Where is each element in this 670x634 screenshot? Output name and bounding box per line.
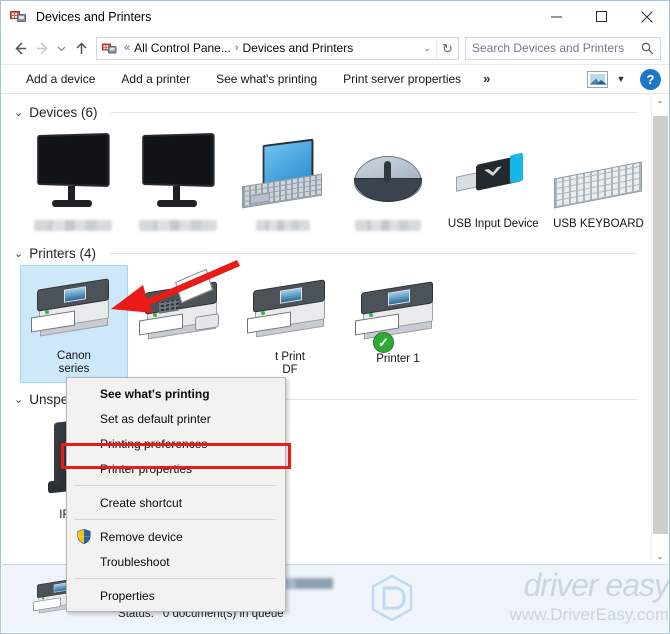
context-menu-separator xyxy=(75,485,276,486)
breadcrumb-dropdown-icon[interactable]: ⌄ xyxy=(418,43,436,54)
command-overflow-button[interactable]: » xyxy=(474,64,499,94)
search-input[interactable]: Search Devices and Printers xyxy=(472,41,641,55)
laptop-icon xyxy=(232,128,333,212)
printer-icon xyxy=(238,269,342,345)
context-menu-item-create-shortcut[interactable]: Create shortcut xyxy=(67,490,285,515)
maximize-button[interactable] xyxy=(579,1,624,32)
command-bar-right: ▼ ? xyxy=(587,68,661,90)
default-printer-check-icon: ✓ xyxy=(373,332,394,353)
device-tile-monitor-2[interactable] xyxy=(125,124,230,237)
printer-label: t Print DF xyxy=(274,351,306,376)
help-button[interactable]: ? xyxy=(640,68,661,90)
annotation-arrow-icon xyxy=(109,257,241,313)
group-devices: ⌄ Devices (6) USB Input Device USB KEYBO… xyxy=(2,96,651,237)
scroll-up-arrow-icon[interactable]: ⌃ xyxy=(652,96,668,113)
search-box[interactable]: Search Devices and Printers xyxy=(465,36,661,60)
breadcrumb-separator: › xyxy=(234,42,239,54)
breadcrumb-overflow[interactable]: « xyxy=(120,42,134,54)
title-bar: Devices and Printers xyxy=(1,1,669,32)
context-menu-separator xyxy=(75,578,276,579)
printer-icon: ✓ xyxy=(346,269,450,353)
devices-tile-list: USB Input Device USB KEYBOARD xyxy=(12,124,651,237)
see-whats-printing-button[interactable]: See what's printing xyxy=(203,64,330,94)
device-label-blurred xyxy=(255,220,310,231)
group-divider xyxy=(111,112,637,113)
chevron-down-icon[interactable]: ⌄ xyxy=(14,247,23,260)
print-server-properties-button[interactable]: Print server properties xyxy=(330,64,474,94)
device-label: USB KEYBOARD xyxy=(553,218,644,230)
context-menu-item-remove-device[interactable]: Remove device xyxy=(67,524,285,549)
group-title-printers: Printers (4) xyxy=(29,246,96,261)
breadcrumb-item-control-panel[interactable]: All Control Pane... xyxy=(134,41,231,55)
keyboard-icon xyxy=(548,128,649,212)
address-bar: « All Control Pane... › Devices and Prin… xyxy=(1,32,669,64)
printer-label: Canon series xyxy=(57,350,91,375)
printer-tile-microsoft-print-to-pdf[interactable]: t Print DF xyxy=(236,265,344,383)
chevron-down-icon[interactable]: ⌄ xyxy=(14,393,23,406)
group-header-devices[interactable]: ⌄ Devices (6) xyxy=(12,96,651,124)
device-label-blurred xyxy=(33,220,112,231)
window-controls xyxy=(534,1,669,32)
scroll-down-arrow-icon[interactable]: ⌄ xyxy=(652,548,668,565)
close-button[interactable] xyxy=(624,1,669,32)
printers-tile-list: Canon series t Print DF ✓ Printer 1 xyxy=(12,265,651,383)
chevron-down-icon[interactable]: ⌄ xyxy=(14,106,23,119)
search-icon[interactable] xyxy=(641,42,654,55)
group-printers: ⌄ Printers (4) Canon series t Print DF ✓… xyxy=(2,237,651,383)
context-menu-separator xyxy=(75,519,276,520)
control-panel-icon xyxy=(102,41,117,56)
context-menu-item-label: Remove device xyxy=(100,529,183,544)
printer-label: Printer 1 xyxy=(376,353,420,365)
breadcrumb-bar[interactable]: « All Control Pane... › Devices and Prin… xyxy=(96,36,459,60)
uac-shield-icon xyxy=(77,529,91,544)
context-menu-item-see-whats-printing[interactable]: See what's printing xyxy=(67,381,285,406)
scrollbar-track[interactable] xyxy=(653,113,668,548)
printer-context-menu: See what's printing Set as default print… xyxy=(66,377,286,612)
device-tile-usb-keyboard[interactable]: USB KEYBOARD xyxy=(546,124,651,237)
device-tile-usb-input-device[interactable]: USB Input Device xyxy=(441,124,546,237)
context-menu-item-properties[interactable]: Properties xyxy=(67,583,285,608)
up-button[interactable] xyxy=(70,36,92,60)
refresh-icon[interactable]: ↻ xyxy=(436,37,458,59)
context-menu-item-set-as-default-printer[interactable]: Set as default printer xyxy=(67,406,285,431)
printer-tile-printer-1[interactable]: ✓ Printer 1 xyxy=(344,265,452,383)
monitor-icon xyxy=(127,128,228,212)
devices-and-printers-window: Devices and Printers « All Control Pane.… xyxy=(0,0,670,634)
monitor-icon xyxy=(22,128,123,212)
add-a-device-button[interactable]: Add a device xyxy=(13,64,108,94)
recent-locations-button[interactable] xyxy=(53,36,70,60)
device-tile-laptop[interactable] xyxy=(230,124,335,237)
forward-button[interactable] xyxy=(31,36,53,60)
group-divider xyxy=(109,253,637,254)
device-tile-mouse[interactable] xyxy=(336,124,441,237)
group-title-devices: Devices (6) xyxy=(29,105,98,120)
devices-printers-icon xyxy=(10,8,27,25)
add-a-printer-button[interactable]: Add a printer xyxy=(108,64,203,94)
usb-dongle-icon xyxy=(443,128,544,212)
vertical-scrollbar[interactable]: ⌃ ⌄ xyxy=(651,96,668,565)
breadcrumb-item-devices-and-printers[interactable]: Devices and Printers xyxy=(243,41,354,55)
scrollbar-thumb[interactable] xyxy=(653,116,668,534)
chevron-down-icon[interactable]: ▼ xyxy=(610,74,632,84)
device-label-blurred xyxy=(355,220,422,231)
view-options-icon[interactable] xyxy=(587,70,608,88)
mouse-icon xyxy=(338,128,439,212)
device-label: USB Input Device xyxy=(447,218,539,230)
highlight-box-printer-properties xyxy=(61,443,291,469)
back-button[interactable] xyxy=(9,36,31,60)
minimize-button[interactable] xyxy=(534,1,579,32)
window-title: Devices and Printers xyxy=(36,9,152,24)
command-bar: Add a device Add a printer See what's pr… xyxy=(1,64,669,94)
device-label-blurred xyxy=(138,220,217,231)
group-header-printers[interactable]: ⌄ Printers (4) xyxy=(12,237,651,265)
context-menu-item-troubleshoot[interactable]: Troubleshoot xyxy=(67,549,285,574)
device-tile-monitor-1[interactable] xyxy=(20,124,125,237)
